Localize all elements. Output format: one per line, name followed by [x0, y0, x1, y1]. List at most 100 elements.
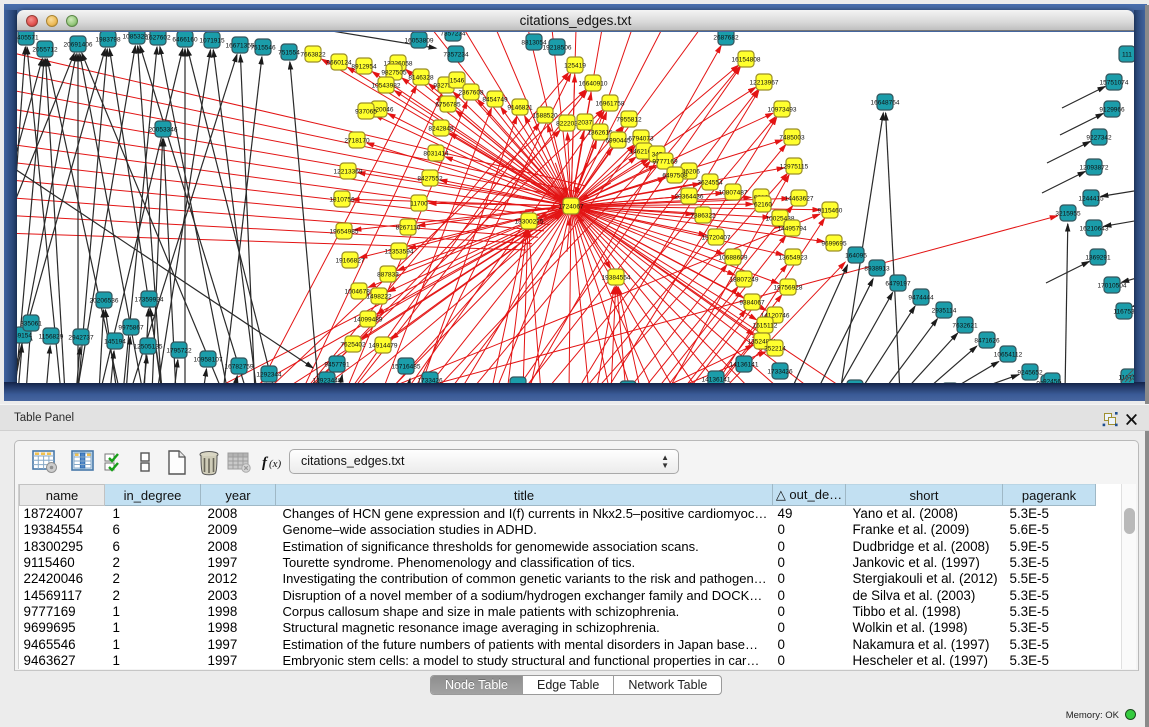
svg-text:10807487: 10807487 — [719, 189, 748, 196]
svg-text:9227342: 9227342 — [1086, 134, 1112, 141]
svg-text:8471626: 8471626 — [974, 337, 1000, 344]
svg-text:8912954: 8912954 — [351, 63, 377, 70]
svg-text:8267110: 8267110 — [396, 224, 421, 231]
svg-text:9699695: 9699695 — [821, 240, 847, 247]
svg-text:12923448: 12923448 — [313, 377, 342, 383]
svg-text:16640910: 16640910 — [579, 80, 608, 87]
svg-text:92456: 92456 — [1043, 378, 1061, 383]
svg-text:1156829: 1156829 — [39, 333, 64, 340]
svg-text:12975115: 12975115 — [780, 163, 809, 170]
svg-text:2687682: 2687682 — [713, 34, 739, 41]
svg-text:16961758: 16961758 — [596, 100, 625, 107]
svg-text:1615112: 1615112 — [753, 322, 778, 329]
svg-text:2718170: 2718170 — [344, 137, 370, 144]
svg-text:19384554: 19384554 — [602, 274, 631, 281]
svg-text:7386322: 7386322 — [690, 212, 716, 219]
svg-text:18807249: 18807249 — [730, 276, 759, 283]
svg-text:10973493: 10973493 — [768, 106, 797, 113]
svg-text:9457791: 9457791 — [324, 361, 350, 368]
svg-text:9777169: 9777169 — [652, 158, 678, 165]
svg-text:1498222: 1498222 — [366, 293, 392, 300]
svg-text:16648764: 16648764 — [871, 99, 900, 106]
svg-text:15751074: 15751074 — [1100, 79, 1129, 86]
svg-text:1733426: 1733426 — [417, 377, 443, 383]
svg-text:1369291: 1369291 — [1085, 254, 1111, 261]
svg-text:19166827: 19166827 — [336, 257, 365, 264]
svg-text:6990445: 6990445 — [605, 137, 631, 144]
svg-text:1362615: 1362615 — [587, 129, 613, 136]
svg-text:7515546: 7515546 — [250, 44, 276, 51]
svg-text:6794073: 6794073 — [628, 135, 654, 142]
svg-text:11700: 11700 — [410, 200, 428, 207]
svg-text:10543982: 10543982 — [372, 82, 401, 89]
svg-text:1405571: 1405571 — [17, 34, 39, 41]
svg-text:8031414: 8031414 — [423, 150, 449, 157]
svg-text:9245652: 9245652 — [1017, 369, 1043, 376]
svg-text:2367608: 2367608 — [458, 89, 484, 96]
svg-text:1795722: 1795722 — [166, 347, 192, 354]
svg-text:6497508: 6497508 — [662, 172, 688, 179]
svg-text:39154: 39154 — [17, 332, 32, 339]
svg-text:7663822: 7663822 — [300, 51, 326, 58]
svg-text:10958107: 10958107 — [194, 356, 223, 363]
svg-text:1071915: 1071915 — [199, 37, 225, 44]
svg-text:1527602: 1527602 — [145, 34, 171, 41]
svg-text:62160: 62160 — [754, 201, 772, 208]
svg-text:887833: 887833 — [377, 271, 399, 278]
svg-text:7625402: 7625402 — [340, 341, 366, 348]
svg-text:10654112: 10654112 — [994, 351, 1023, 358]
svg-text:7485003: 7485003 — [779, 134, 805, 141]
svg-text:937065: 937065 — [355, 108, 377, 115]
svg-text:1733426: 1733426 — [767, 368, 793, 375]
svg-text:14136141: 14136141 — [730, 361, 759, 368]
svg-text:9827505: 9827505 — [381, 69, 407, 76]
svg-text:751554: 751554 — [278, 49, 300, 56]
svg-text:164095: 164095 — [845, 252, 867, 259]
svg-text:6466160: 6466160 — [172, 36, 198, 43]
svg-text:17010504: 17010504 — [1098, 282, 1127, 289]
svg-text:2037: 2037 — [578, 119, 593, 126]
svg-text:13654923: 13654923 — [779, 254, 808, 261]
svg-text:19756928: 19756928 — [774, 284, 803, 291]
svg-text:822203: 822203 — [556, 120, 578, 127]
svg-text:8938913: 8938913 — [864, 265, 890, 272]
svg-text:9975867: 9975867 — [118, 324, 144, 331]
svg-text:9115460: 9115460 — [818, 207, 843, 214]
svg-text:16053809: 16053809 — [405, 37, 434, 44]
svg-text:13300275: 13300275 — [515, 218, 544, 225]
svg-text:8242848: 8242848 — [428, 125, 454, 132]
svg-text:7955812: 7955812 — [616, 116, 642, 123]
svg-text:16782759: 16782759 — [225, 363, 254, 370]
svg-text:111: 111 — [1122, 51, 1132, 58]
svg-text:1292344: 1292344 — [256, 371, 282, 378]
svg-text:(x): (x) — [269, 458, 282, 470]
svg-text:20691406: 20691406 — [64, 41, 93, 48]
svg-text:6756785: 6756785 — [435, 101, 461, 108]
svg-text:1983798: 1983798 — [95, 36, 121, 43]
svg-text:8427552: 8427552 — [417, 175, 443, 182]
svg-text:19654985: 19654985 — [330, 228, 359, 235]
svg-text:12353594: 12353594 — [385, 248, 414, 255]
svg-text:20053346: 20053346 — [149, 126, 178, 133]
svg-text:3624554: 3624554 — [697, 179, 723, 186]
svg-text:3215955: 3215955 — [1055, 210, 1081, 217]
svg-text:7357234: 7357234 — [440, 32, 466, 37]
svg-text:10688609: 10688609 — [719, 254, 748, 261]
svg-text:1546: 1546 — [450, 77, 465, 84]
svg-text:116753: 116753 — [1113, 308, 1134, 315]
svg-text:145194: 145194 — [104, 338, 126, 345]
svg-text:1244415: 1244415 — [1078, 195, 1104, 202]
svg-text:20364436: 20364436 — [675, 193, 704, 200]
svg-text:7632621: 7632621 — [952, 322, 978, 329]
svg-text:15720407: 15720407 — [702, 234, 731, 241]
svg-text:9384067: 9384067 — [739, 299, 765, 306]
svg-text:16210643: 16210643 — [1080, 225, 1109, 232]
svg-text:9129966: 9129966 — [1099, 106, 1125, 113]
svg-text:6479197: 6479197 — [885, 280, 911, 287]
svg-text:7357234: 7357234 — [443, 51, 469, 58]
svg-text:19218506: 19218506 — [543, 44, 572, 51]
svg-text:129234: 129234 — [507, 382, 529, 383]
svg-text:2942737: 2942737 — [68, 334, 94, 341]
svg-text:2055712: 2055712 — [32, 46, 58, 53]
svg-text:17359924: 17359924 — [135, 296, 164, 303]
